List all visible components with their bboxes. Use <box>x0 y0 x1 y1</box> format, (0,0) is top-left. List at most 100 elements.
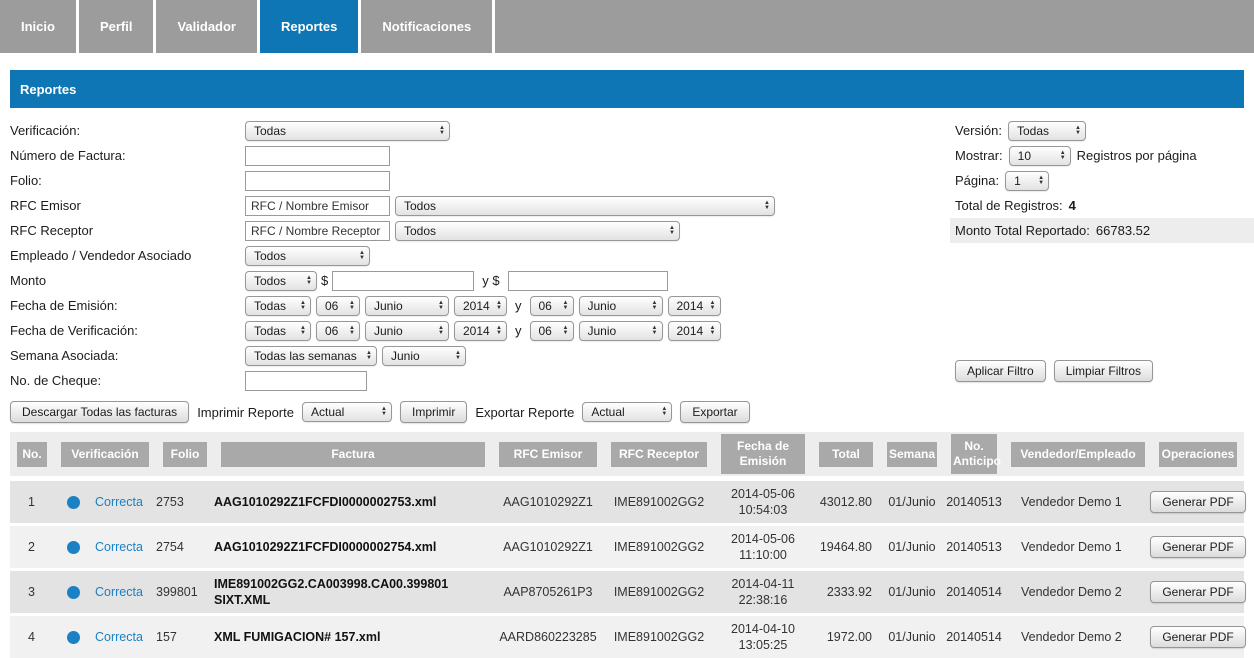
rfc-receptor-select[interactable]: Todos▲▼ <box>395 221 680 241</box>
imprimir-reporte-label: Imprimir Reporte <box>197 405 294 420</box>
generar-pdf-button[interactable]: Generar PDF <box>1150 491 1245 513</box>
fecha-verificacion-dia2-select[interactable]: 06▲▼ <box>530 321 574 341</box>
generar-pdf-button[interactable]: Generar PDF <box>1150 536 1245 558</box>
filter-area: Verificación: Todas▲▼ Número de Factura:… <box>10 118 1244 394</box>
semana-mes-select[interactable]: Junio▲▼ <box>382 346 466 366</box>
factura-filename: AAG1010292Z1FCFDI0000002754.xml <box>214 539 492 555</box>
rfc-receptor-cell: IME891002GG2 <box>604 630 714 644</box>
folio-label: Folio: <box>10 173 245 188</box>
currency-label: $ <box>321 273 328 288</box>
fecha-verificacion-rango-select[interactable]: Todas▲▼ <box>245 321 311 341</box>
fecha-emision-anio1-select[interactable]: 2014▲▼ <box>454 296 507 316</box>
factura-filename: AAG1010292Z1FCFDI0000002753.xml <box>214 494 492 510</box>
table-row: 1 Correcta 2753 AAG1010292Z1FCFDI0000002… <box>10 481 1244 523</box>
stepper-icon: ▲▼ <box>563 301 569 311</box>
stepper-icon: ▲▼ <box>306 276 312 286</box>
rfc-emisor-label: RFC Emisor <box>10 198 245 213</box>
rfc-emisor-select[interactable]: Todos▲▼ <box>395 196 775 216</box>
monto-min-input[interactable] <box>332 271 474 291</box>
verification-link[interactable]: Correcta <box>95 495 143 509</box>
generar-pdf-button[interactable]: Generar PDF <box>1150 626 1245 648</box>
fecha-emision-dia2-select[interactable]: 06▲▼ <box>530 296 574 316</box>
tab-inicio[interactable]: Inicio <box>0 0 76 53</box>
semana-cell: 01/Junio <box>880 495 944 509</box>
table-row: 2 Correcta 2754 AAG1010292Z1FCFDI0000002… <box>10 526 1244 568</box>
fecha-date: 2014-05-06 <box>714 486 812 502</box>
vendedor-cell: Vendedor Demo 2 <box>1004 585 1152 599</box>
verification-link[interactable]: Correcta <box>95 585 143 599</box>
monto-total-value: 66783.52 <box>1096 223 1150 238</box>
table-header-row: No. Verificación Folio Factura RFC Emiso… <box>10 432 1244 476</box>
limpiar-filtros-button[interactable]: Limpiar Filtros <box>1054 360 1153 382</box>
fecha-verificacion-anio1-select[interactable]: 2014▲▼ <box>454 321 507 341</box>
page-title: Reportes <box>20 82 76 97</box>
rfc-emisor-cell: AAG1010292Z1 <box>492 495 604 509</box>
rfc-emisor-input[interactable] <box>245 196 390 216</box>
stepper-icon: ▲▼ <box>349 301 355 311</box>
imprimir-button[interactable]: Imprimir <box>400 401 467 423</box>
monto-max-input[interactable] <box>508 271 668 291</box>
aplicar-filtro-button[interactable]: Aplicar Filtro <box>955 360 1046 382</box>
monto-label: Monto <box>10 273 245 288</box>
cheque-input[interactable] <box>245 371 367 391</box>
row-number: 4 <box>10 630 54 644</box>
verification-link[interactable]: Correcta <box>95 540 143 554</box>
status-dot-icon <box>67 586 80 599</box>
fecha-emision-label: Fecha de Emisión: <box>10 298 245 313</box>
rfc-receptor-input[interactable] <box>245 221 390 241</box>
summary-panel: Versión: Todas▲▼ Mostrar: 10▲▼ Registros… <box>950 118 1254 243</box>
tab-reportes[interactable]: Reportes <box>260 0 358 53</box>
version-select[interactable]: Todas▲▼ <box>1008 121 1086 141</box>
exportar-reporte-select[interactable]: Actual▲▼ <box>582 402 672 422</box>
header-semana: Semana <box>887 442 937 467</box>
fecha-emision-mes1-select[interactable]: Junio▲▼ <box>365 296 449 316</box>
fecha-verificacion-mes1-select[interactable]: Junio▲▼ <box>365 321 449 341</box>
fecha-emision-rango-select[interactable]: Todas▲▼ <box>245 296 311 316</box>
fecha-verificacion-anio2-select[interactable]: 2014▲▼ <box>668 321 721 341</box>
stepper-icon: ▲▼ <box>710 326 716 336</box>
stepper-icon: ▲▼ <box>455 351 461 361</box>
empleado-label: Empleado / Vendedor Asociado <box>10 248 245 263</box>
rfc-emisor-cell: AAP8705261P3 <box>492 585 604 599</box>
fecha-date: 2014-04-10 <box>714 621 812 637</box>
tab-label: Notificaciones <box>382 19 471 34</box>
anticipo-cell: 20140514 <box>944 585 1004 599</box>
exportar-button[interactable]: Exportar <box>680 401 749 423</box>
tab-label: Validador <box>177 19 236 34</box>
monto-and-label: y $ <box>482 273 499 288</box>
imprimir-reporte-select[interactable]: Actual▲▼ <box>302 402 392 422</box>
header-total: Total <box>819 442 873 467</box>
stepper-icon: ▲▼ <box>669 226 675 236</box>
tab-perfil[interactable]: Perfil <box>79 0 154 53</box>
fecha-emision-dia1-select[interactable]: 06▲▼ <box>316 296 360 316</box>
exportar-reporte-label: Exportar Reporte <box>475 405 574 420</box>
stepper-icon: ▲▼ <box>439 126 445 136</box>
fecha-verificacion-mes2-select[interactable]: Junio▲▼ <box>579 321 663 341</box>
numero-factura-input[interactable] <box>245 146 390 166</box>
folio-input[interactable] <box>245 171 390 191</box>
semana-select[interactable]: Todas las semanas▲▼ <box>245 346 377 366</box>
fecha-date: 2014-05-06 <box>714 531 812 547</box>
verification-link[interactable]: Correcta <box>95 630 143 644</box>
total-cell: 1972.00 <box>812 630 880 644</box>
monto-range-select[interactable]: Todos▲▼ <box>245 271 317 291</box>
pagina-select[interactable]: 1▲▼ <box>1005 171 1049 191</box>
header-no-anticipo: No. Anticipo <box>951 434 997 474</box>
tab-validador[interactable]: Validador <box>156 0 257 53</box>
empleado-select[interactable]: Todos▲▼ <box>245 246 370 266</box>
status-dot-icon <box>67 541 80 554</box>
mostrar-select[interactable]: 10▲▼ <box>1009 146 1071 166</box>
rfc-emisor-cell: AAG1010292Z1 <box>492 540 604 554</box>
generar-pdf-button[interactable]: Generar PDF <box>1150 581 1245 603</box>
fecha-verificacion-dia1-select[interactable]: 06▲▼ <box>316 321 360 341</box>
stepper-icon: ▲▼ <box>1075 126 1081 136</box>
descargar-facturas-button[interactable]: Descargar Todas las facturas <box>10 401 189 423</box>
fecha-emision-anio2-select[interactable]: 2014▲▼ <box>668 296 721 316</box>
verificacion-select[interactable]: Todas▲▼ <box>245 121 450 141</box>
mostrar-label: Mostrar: <box>955 148 1003 163</box>
cheque-label: No. de Cheque: <box>10 373 245 388</box>
tab-notificaciones[interactable]: Notificaciones <box>361 0 492 53</box>
tab-label: Perfil <box>100 19 133 34</box>
fecha-emision-mes2-select[interactable]: Junio▲▼ <box>579 296 663 316</box>
fecha-date: 2014-04-11 <box>714 576 812 592</box>
